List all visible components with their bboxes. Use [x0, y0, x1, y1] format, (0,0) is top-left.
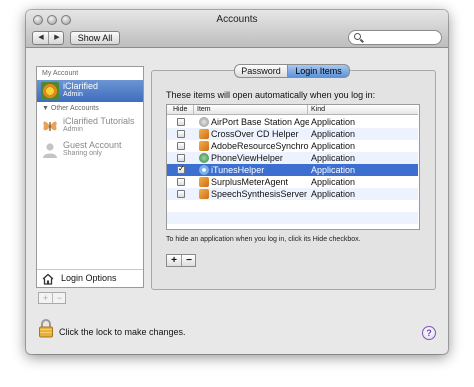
- table-row-selected[interactable]: iTunesHelper Application: [167, 164, 418, 176]
- item-kind: Application: [311, 189, 356, 199]
- guest-silhouette-icon: [41, 141, 59, 159]
- account-add-remove-control: + −: [38, 292, 66, 304]
- my-account-label: My Account: [42, 70, 79, 77]
- column-header-item[interactable]: Item: [197, 106, 211, 113]
- table-header: Hide Item Kind: [167, 105, 418, 115]
- item-kind: Application: [311, 129, 356, 139]
- lock-icon[interactable]: [38, 318, 54, 338]
- account-item-guest[interactable]: Guest Account Sharing only: [37, 139, 143, 161]
- item-name: SpeechSynthesisServer: [211, 189, 308, 199]
- hide-checkbox[interactable]: [177, 142, 185, 150]
- table-row[interactable]: SpeechSynthesisServer Application: [167, 188, 418, 200]
- item-name: iTunesHelper: [211, 165, 265, 175]
- account-name: iClarified Tutorials: [63, 116, 135, 126]
- account-item-iclarified[interactable]: iClarified Admin: [37, 80, 143, 102]
- account-item-iclarified-tutorials[interactable]: iClarified Tutorials Admin: [37, 115, 143, 137]
- item-name: SurplusMeterAgent: [211, 177, 289, 187]
- hide-checkbox[interactable]: [177, 164, 185, 174]
- remove-login-item-button[interactable]: −: [182, 255, 196, 266]
- hide-checkbox[interactable]: [177, 130, 185, 138]
- item-kind: Application: [311, 177, 356, 187]
- hide-checkbox[interactable]: [177, 178, 185, 186]
- add-login-item-button[interactable]: +: [167, 255, 181, 266]
- empty-row: [167, 212, 418, 224]
- search-field[interactable]: [348, 30, 442, 45]
- itunes-icon: [199, 165, 209, 175]
- speech-icon: [199, 189, 209, 199]
- back-arrow-icon[interactable]: ◀: [33, 32, 49, 44]
- account-role: Admin: [63, 126, 83, 133]
- window-title: Accounts: [216, 14, 258, 25]
- show-all-button[interactable]: Show All: [70, 31, 120, 45]
- back-forward-control: ◀ ▶: [32, 31, 64, 45]
- login-items-add-remove-control: + −: [166, 254, 196, 267]
- adobe-icon: [199, 141, 209, 151]
- search-icon: [354, 33, 361, 40]
- accounts-sidebar: My Account iClarified Admin ▼ Other Acco…: [36, 66, 144, 288]
- tab-bar: Password Login Items: [234, 64, 350, 78]
- login-options-label: Login Options: [61, 273, 117, 283]
- phoneview-icon: [199, 153, 209, 163]
- column-header-hide[interactable]: Hide: [173, 106, 187, 113]
- hide-checkbox[interactable]: [177, 154, 185, 162]
- login-items-table: Hide Item Kind AirPort Base Station Agen…: [166, 104, 420, 230]
- item-kind: Application: [311, 165, 356, 175]
- column-header-kind[interactable]: Kind: [311, 106, 325, 113]
- table-row[interactable]: AirPort Base Station Agent Application: [167, 116, 418, 128]
- account-name: iClarified: [63, 81, 99, 91]
- add-account-button[interactable]: +: [39, 293, 52, 303]
- account-role: Sharing only: [63, 150, 102, 157]
- table-row[interactable]: CrossOver CD Helper Application: [167, 128, 418, 140]
- hide-hint-text: To hide an application when you log in, …: [166, 236, 361, 243]
- hide-checkbox[interactable]: [177, 118, 185, 126]
- surplusmeter-icon: [199, 177, 209, 187]
- forward-arrow-icon[interactable]: ▶: [49, 32, 65, 44]
- item-name: PhoneViewHelper: [211, 153, 283, 163]
- house-icon: [42, 273, 54, 285]
- account-role: Admin: [63, 91, 83, 98]
- item-kind: Application: [311, 153, 356, 163]
- empty-row: [167, 200, 418, 212]
- table-row[interactable]: SurplusMeterAgent Application: [167, 176, 418, 188]
- remove-account-button[interactable]: −: [53, 293, 66, 303]
- help-button[interactable]: ?: [422, 326, 436, 340]
- table-row[interactable]: PhoneViewHelper Application: [167, 152, 418, 164]
- account-name: Guest Account: [63, 140, 122, 150]
- flower-avatar-icon: [41, 82, 59, 100]
- hide-checkbox[interactable]: [177, 190, 185, 198]
- login-options-item[interactable]: Login Options: [37, 269, 143, 287]
- tab-password[interactable]: Password: [234, 64, 288, 78]
- other-accounts-label[interactable]: ▼ Other Accounts: [42, 105, 99, 112]
- crossover-icon: [199, 129, 209, 139]
- login-items-intro: These items will open automatically when…: [166, 90, 376, 100]
- tab-login-items[interactable]: Login Items: [288, 64, 350, 78]
- item-name: AirPort Base Station Agent: [211, 117, 309, 127]
- item-name: AdobeResourceSynchroni: [211, 141, 309, 151]
- butterfly-avatar-icon: [41, 117, 59, 135]
- item-name: CrossOver CD Helper: [211, 129, 299, 139]
- airport-icon: [199, 117, 209, 127]
- table-row[interactable]: AdobeResourceSynchroni Application: [167, 140, 418, 152]
- item-kind: Application: [311, 141, 356, 151]
- lock-status-text: Click the lock to make changes.: [59, 327, 186, 337]
- title-bar: Accounts ◀ ▶ Show All: [26, 10, 448, 48]
- item-kind: Application: [311, 117, 356, 127]
